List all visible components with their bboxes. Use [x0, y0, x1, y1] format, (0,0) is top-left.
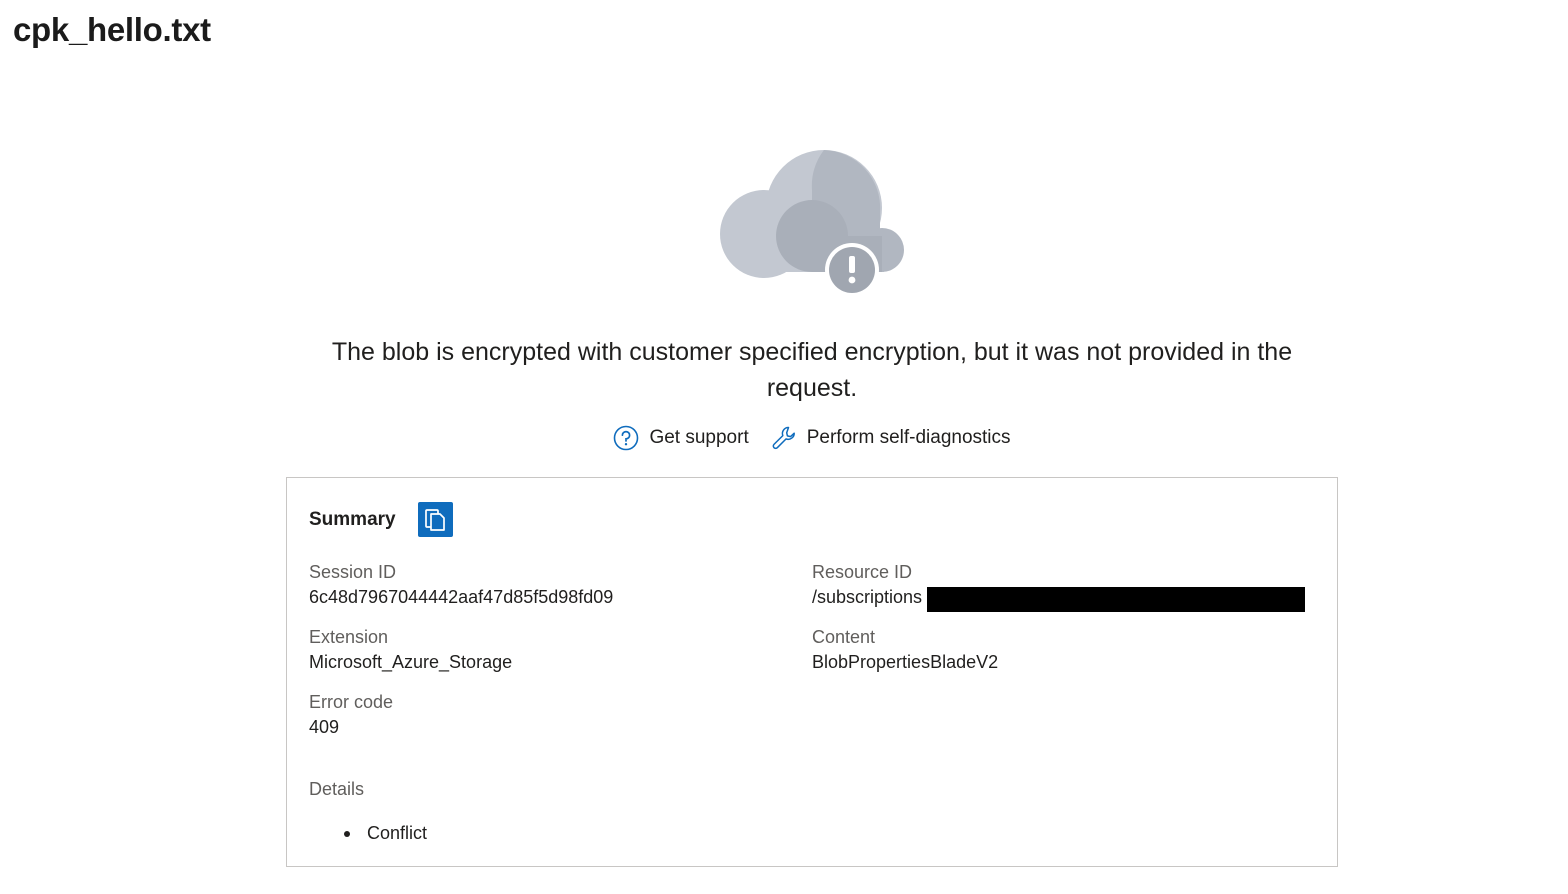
error-code-field: Error code 409 — [309, 690, 393, 740]
wrench-icon — [771, 425, 797, 451]
cloud-error-icon — [716, 150, 912, 300]
details-label: Details — [309, 779, 365, 799]
content-label: Content — [812, 627, 876, 647]
get-support-link[interactable]: Get support — [613, 425, 749, 451]
session-id-field: Session ID 6c48d7967044442aaf47d85f5d98f… — [309, 560, 613, 610]
error-code-value: 409 — [309, 717, 340, 737]
list-item: Conflict — [309, 820, 427, 846]
session-id-label: Session ID — [309, 562, 397, 582]
details-list: Conflict — [309, 820, 427, 846]
action-links: Get support Perform self-diagnostics — [0, 421, 1568, 455]
page-title: cpk_hello.txt — [13, 11, 211, 48]
copy-icon — [425, 508, 445, 531]
error-code-label: Error code — [309, 692, 394, 712]
get-support-label: Get support — [649, 427, 749, 448]
resource-id-field: Resource ID /subscriptions — [812, 560, 922, 610]
extension-field: Extension Microsoft_Azure_Storage — [309, 625, 512, 675]
details-item-text: Conflict — [367, 823, 428, 843]
details-field: Details — [309, 777, 364, 801]
error-message: The blob is encrypted with customer spec… — [331, 338, 1293, 402]
summary-header: Summary — [309, 502, 453, 537]
summary-label: Summary — [309, 508, 396, 530]
content-value: BlobPropertiesBladeV2 — [812, 652, 999, 672]
resource-id-label: Resource ID — [812, 562, 913, 582]
copy-summary-button[interactable] — [417, 502, 453, 537]
resource-id-value: /subscriptions — [812, 587, 923, 607]
extension-label: Extension — [309, 627, 389, 647]
redaction-bar — [927, 587, 1305, 612]
question-circle-icon — [613, 425, 639, 451]
self-diagnostics-link[interactable]: Perform self-diagnostics — [771, 425, 1011, 451]
session-id-value: 6c48d7967044442aaf47d85f5d98fd09 — [309, 587, 614, 607]
content-field: Content BlobPropertiesBladeV2 — [812, 625, 998, 675]
extension-value: Microsoft_Azure_Storage — [309, 652, 513, 672]
bullet — [344, 831, 350, 837]
self-diagnostics-label: Perform self-diagnostics — [806, 427, 1011, 448]
summary-panel: Summary Session ID 6c48d7967044442aaf47d… — [286, 477, 1338, 867]
error-page: cpk_hello.txt The blob is encrypted with… — [0, 0, 1568, 894]
